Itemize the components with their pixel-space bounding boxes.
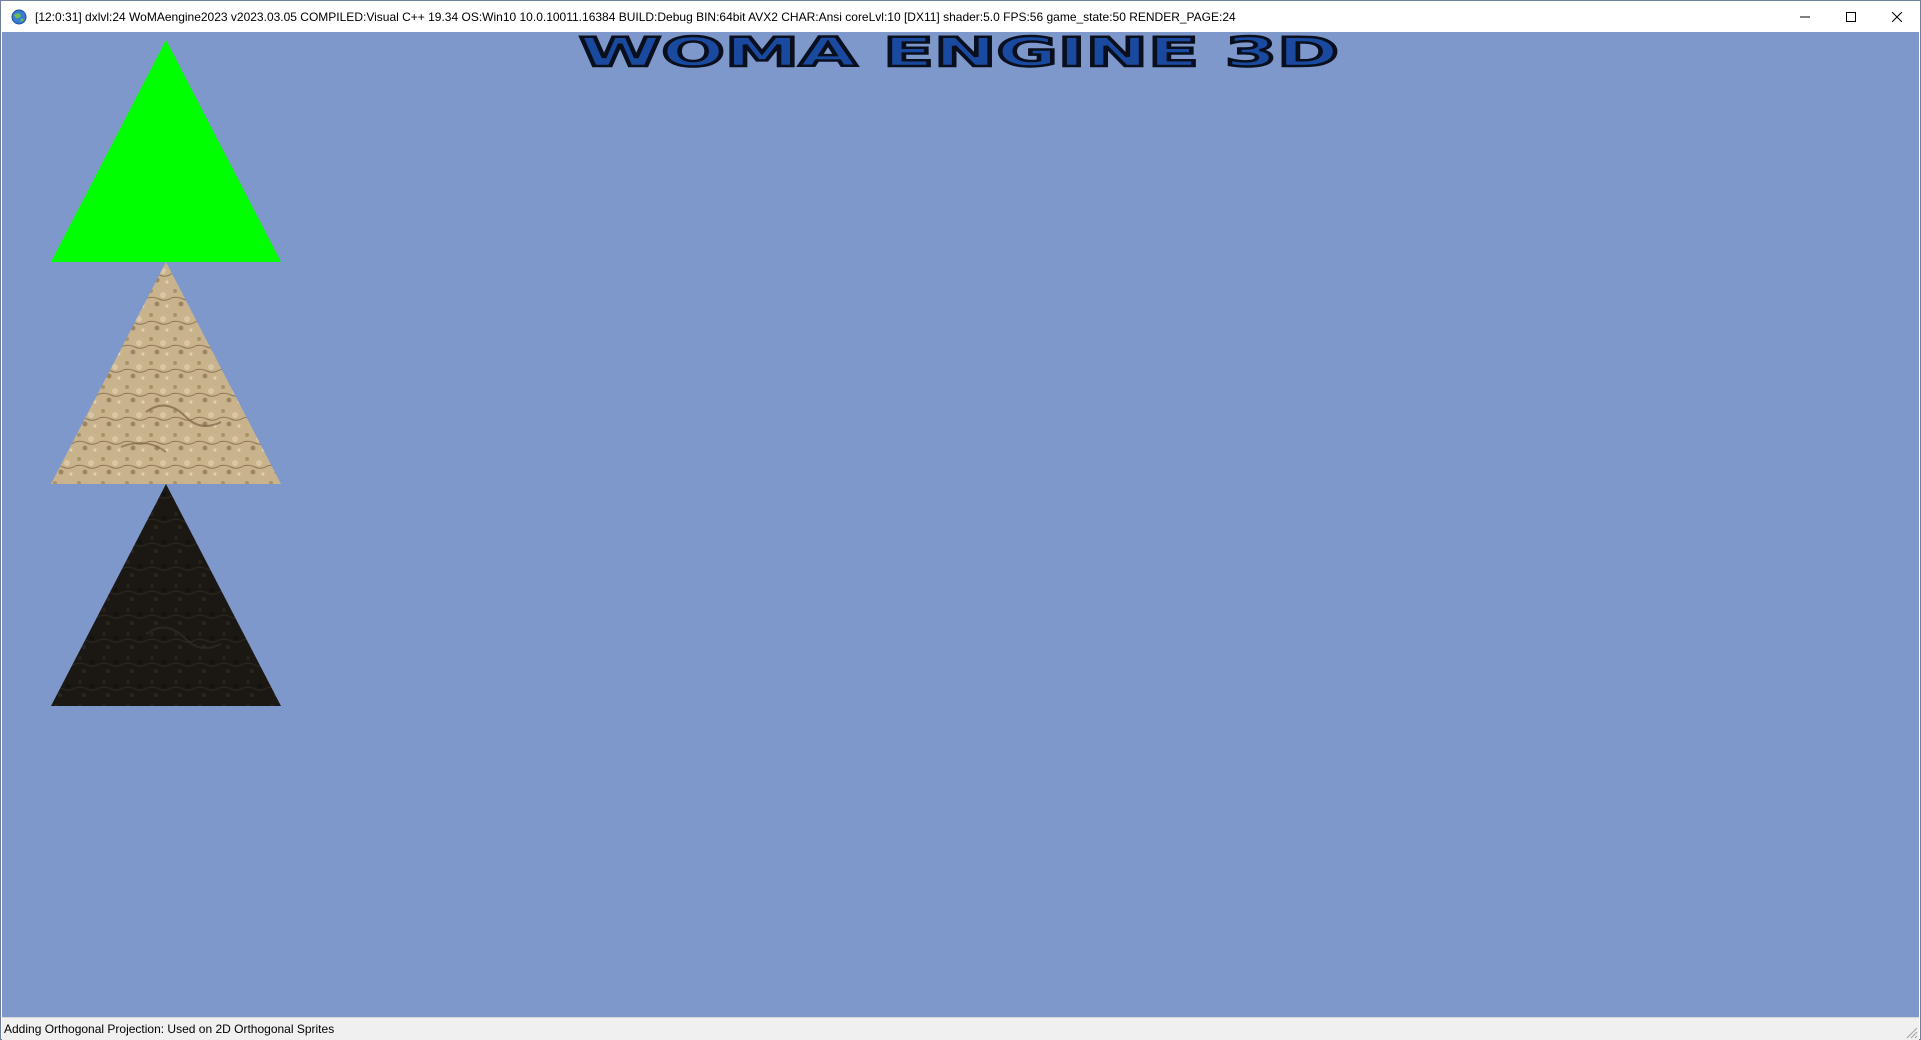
status-text: Adding Orthogonal Projection: Used on 2D… — [4, 1022, 335, 1036]
globe-icon — [9, 7, 29, 27]
app-window: [12:0:31] dxlvl:24 WoMAengine2023 v2023.… — [0, 0, 1921, 1040]
engine-logo: WOMA ENGINE 3D — [578, 32, 1341, 72]
window-title: [12:0:31] dxlvl:24 WoMAengine2023 v2023.… — [35, 9, 1236, 24]
close-button[interactable] — [1874, 1, 1920, 32]
resize-grip-icon[interactable] — [1904, 1025, 1918, 1039]
minimize-icon — [1800, 16, 1810, 17]
close-icon — [1892, 11, 1902, 22]
sand-textured-triangle-sprite — [51, 262, 281, 484]
maximize-button[interactable] — [1828, 1, 1874, 32]
dark-textured-triangle-sprite — [51, 484, 281, 706]
status-bar: Adding Orthogonal Projection: Used on 2D… — [2, 1017, 1919, 1040]
render-viewport[interactable]: WOMA ENGINE 3D — [2, 32, 1919, 1017]
title-bar[interactable]: [12:0:31] dxlvl:24 WoMAengine2023 v2023.… — [1, 1, 1920, 32]
window-controls — [1782, 1, 1920, 32]
green-triangle-sprite — [51, 40, 281, 262]
logo-text: WOMA ENGINE 3D — [579, 32, 1339, 72]
minimize-button[interactable] — [1782, 1, 1828, 32]
maximize-icon — [1846, 11, 1856, 22]
